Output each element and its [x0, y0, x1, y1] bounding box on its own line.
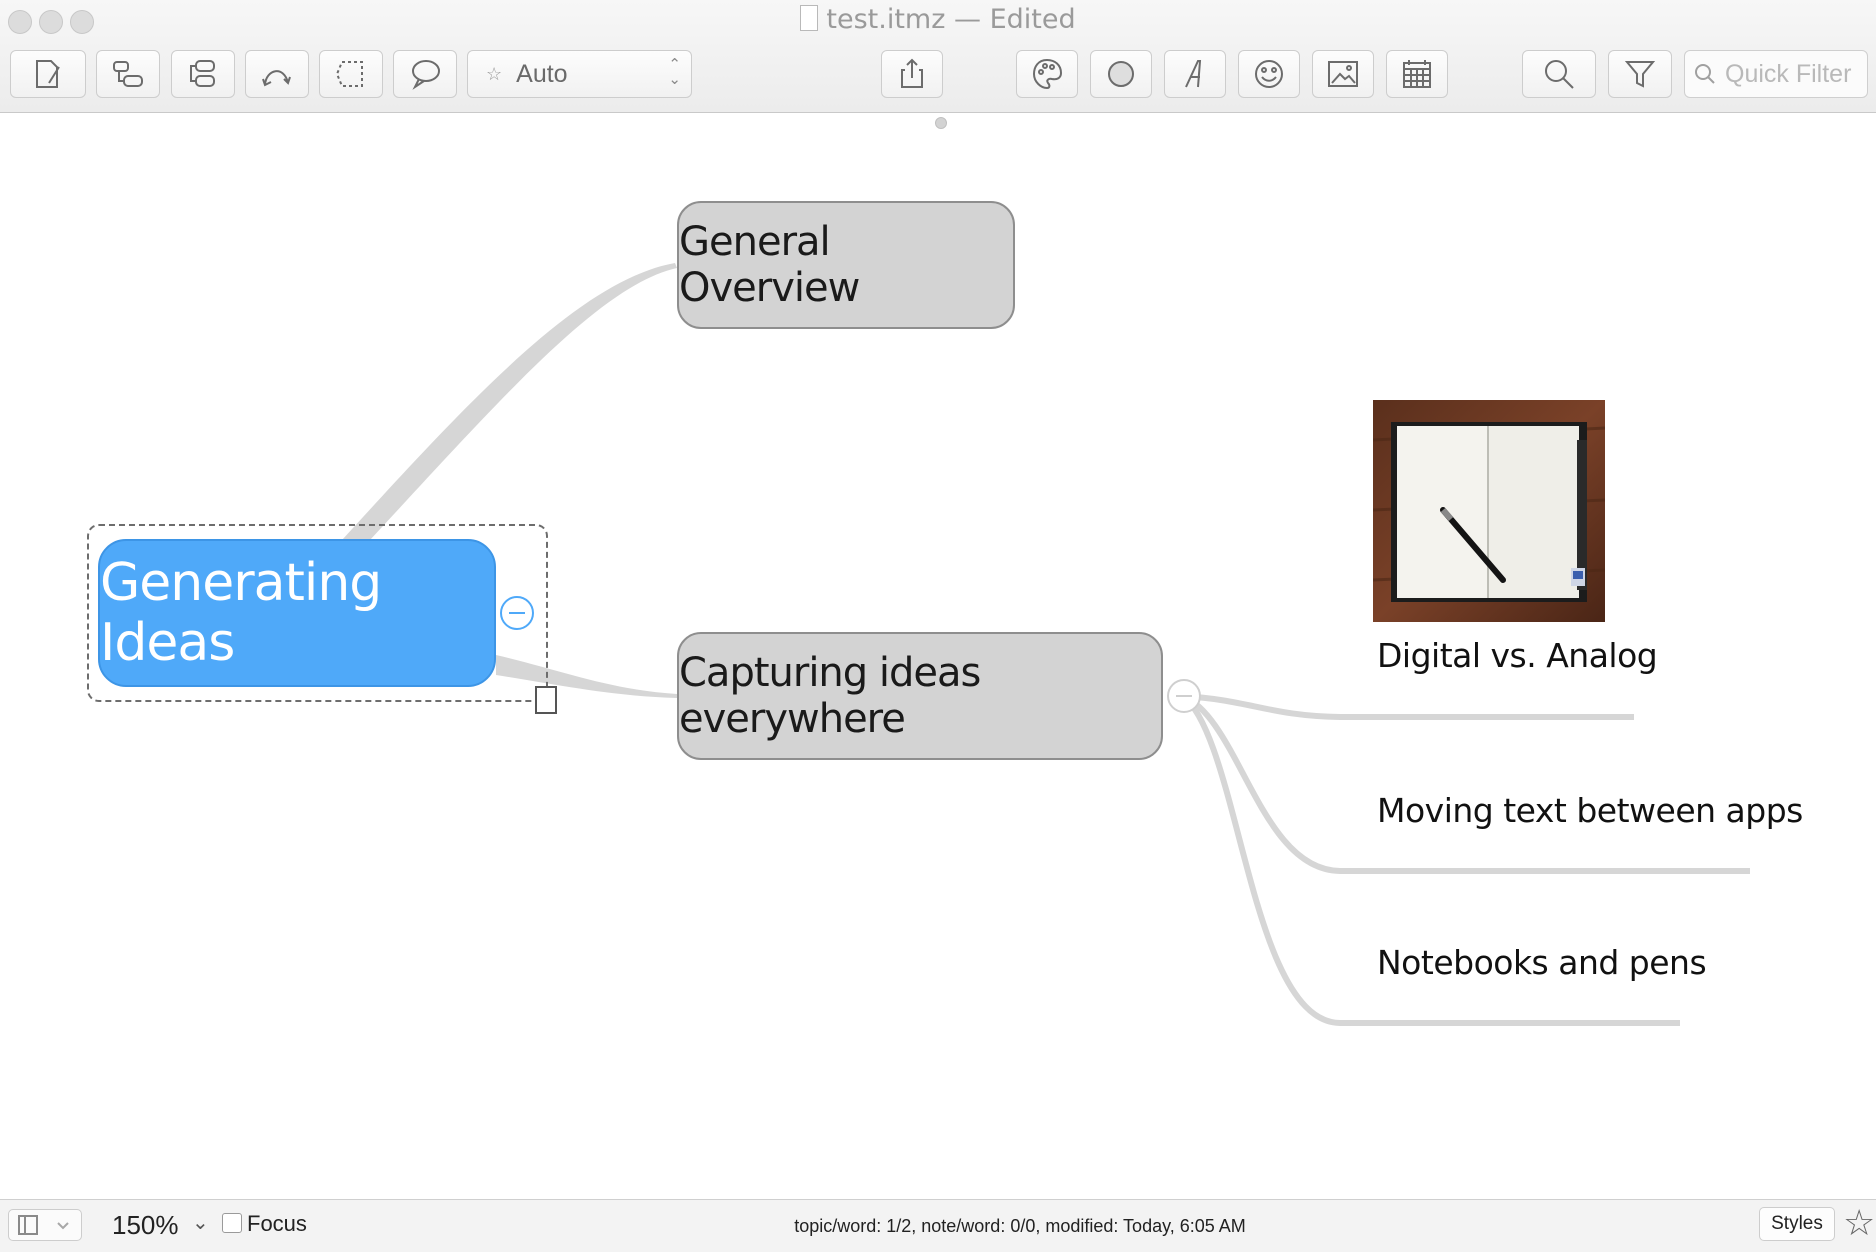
subtopic-moving-text[interactable]: Moving text between apps	[1377, 791, 1803, 830]
status-bar: 150% ⌄ Focus topic/word: 1/2, note/word:…	[0, 1199, 1876, 1252]
subtopic-digital-vs-analog[interactable]: Digital vs. Analog	[1377, 636, 1658, 675]
styles-button[interactable]: Styles	[1759, 1207, 1835, 1241]
subtopic-label: Moving text between apps	[1377, 791, 1803, 830]
root-topic-label: Generating Ideas	[100, 553, 382, 673]
topic-capturing-ideas[interactable]: Capturing ideas everywhere	[677, 632, 1163, 760]
minus-icon	[1176, 695, 1192, 697]
subtopic-label: Digital vs. Analog	[1377, 636, 1658, 675]
minus-icon	[509, 612, 525, 614]
notebook-image[interactable]	[1373, 400, 1605, 622]
subtopic-label: Notebooks and pens	[1377, 943, 1707, 982]
connector-capture-moving	[1181, 693, 1750, 874]
connector-capture-digital	[1182, 693, 1634, 720]
resize-handle[interactable]	[535, 686, 557, 714]
topic-general-overview[interactable]: General Overview	[677, 201, 1015, 329]
root-topic[interactable]: Generating Ideas	[98, 539, 496, 687]
topic-label: Capturing ideas everywhere	[679, 650, 981, 742]
connector-root-overview	[342, 263, 677, 540]
status-info: topic/word: 1/2, note/word: 0/0, modifie…	[794, 1216, 1246, 1236]
star-icon[interactable]: ☆	[1843, 1202, 1875, 1244]
collapse-capture-button[interactable]	[1167, 679, 1201, 713]
collapse-root-button[interactable]	[500, 596, 534, 630]
topic-label: General Overview	[679, 219, 860, 311]
subtopic-notebooks-and-pens[interactable]: Notebooks and pens	[1377, 943, 1707, 982]
